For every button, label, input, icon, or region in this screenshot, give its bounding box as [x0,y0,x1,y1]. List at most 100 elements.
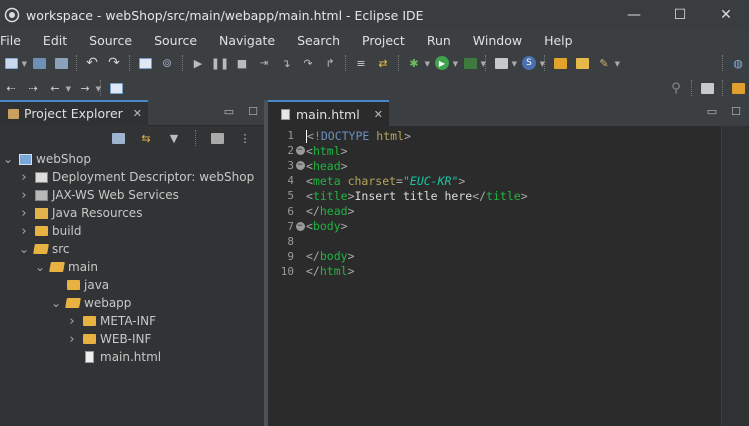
open-folder-icon[interactable] [551,54,569,72]
chevron-right-icon[interactable]: › [66,332,78,347]
tree-item-jax-ws-web-services[interactable]: › JAX-WS Web Services [0,186,264,204]
external-tools-icon[interactable]: ▼ [492,54,517,72]
toggle-mark-occurrences-icon[interactable]: ≡ [352,54,370,72]
chevron-right-icon[interactable]: › [18,206,30,221]
menu-project[interactable]: Project [351,33,416,48]
pin-icon[interactable]: ⇄ [374,54,392,72]
maximize-editor-button[interactable]: ☐ [731,105,741,118]
code-line[interactable]: 3− <head> [268,158,721,173]
resume-icon[interactable]: ▶ [189,54,207,72]
open-console-icon[interactable] [136,54,154,72]
code-token-tag: title [486,188,521,203]
tree-item-main-html[interactable]: main.html [0,348,264,366]
chevron-right-icon[interactable]: › [18,170,30,185]
chevron-right-icon[interactable]: › [18,188,30,203]
step-return-icon[interactable]: ↱ [321,54,339,72]
chevron-down-icon[interactable]: ⌄ [34,261,46,273]
step-over-icon[interactable]: ↷ [299,54,317,72]
tree-item-webapp[interactable]: ⌄ webapp [0,294,264,312]
tab-project-explorer[interactable]: Project Explorer ✕ [0,99,149,126]
fold-toggle-icon[interactable]: − [294,161,306,171]
redo-icon[interactable]: ↷ [105,54,123,72]
chevron-down-icon[interactable]: ⌄ [2,153,14,165]
tree-item-deployment-descriptor-webshop[interactable]: › Deployment Descriptor: webShop [0,168,264,186]
maximize-window-button[interactable]: ☐ [657,0,703,30]
tree-item-java-resources[interactable]: › Java Resources [0,204,264,222]
debug-icon[interactable]: ✱ ▼ [405,54,430,72]
chevron-down-icon[interactable]: ⌄ [50,297,62,309]
filter-icon[interactable]: ▼ [165,129,183,147]
open-task-icon[interactable]: ✎ ▼ [595,54,620,72]
new-web-service-icon[interactable]: S ▼ [520,54,545,72]
code-editor[interactable]: 1 <!DOCTYPE html> 2− <html> 3− <head> 4 <meta c… [268,128,721,279]
menu-source-2[interactable]: Source [143,33,208,48]
view-menu-icon[interactable]: ⋮ [236,129,254,147]
tab-main-html[interactable]: main.html ✕ [268,100,389,126]
minimize-editor-button[interactable]: ▭ [707,105,717,118]
menu-edit[interactable]: Edit [32,33,78,48]
overview-ruler [721,126,749,426]
chevron-right-icon[interactable]: › [66,314,78,329]
web-browser-icon[interactable]: ◍ [729,54,747,72]
open-type-icon[interactable] [573,54,591,72]
minimize-panel-button[interactable]: ▭ [224,105,234,118]
run-icon[interactable]: ▶ ▼ [433,54,458,72]
search-icon[interactable]: ⚲ [667,79,685,97]
menu-run[interactable]: Run [416,33,462,48]
open-perspective-icon[interactable] [698,79,716,97]
menu-file[interactable]: File [0,33,32,48]
java-ee-perspective-icon[interactable] [729,79,747,97]
tree-item-main[interactable]: ⌄ main [0,258,264,276]
chevron-right-icon[interactable]: › [18,224,30,239]
save-icon[interactable] [30,54,48,72]
suspend-icon[interactable]: ❚❚ [211,54,229,72]
code-line[interactable]: 10 </html> [268,264,721,279]
maximize-panel-button[interactable]: ☐ [248,105,258,118]
code-token-tag: title [312,188,348,203]
chevron-down-icon[interactable]: ⌄ [18,243,30,255]
code-line[interactable]: 7− <body> [268,219,721,234]
menu-navigate[interactable]: Navigate [208,33,286,48]
last-edit-location-icon[interactable]: ⇠ [2,79,20,97]
terminate-icon[interactable]: ■ [233,54,251,72]
collapse-all-icon[interactable] [109,129,127,147]
forward-icon[interactable]: → ▼ [76,79,101,97]
code-token-tag: head [319,204,348,219]
tree-item-java[interactable]: java [0,276,264,294]
undo-icon[interactable]: ↶ [83,54,101,72]
fold-toggle-icon[interactable]: − [294,221,306,231]
link-with-editor-icon[interactable]: ⇆ [137,129,155,147]
annotation-nav-icon[interactable]: ⇢ [24,79,42,97]
back-icon[interactable]: ← ▼ [46,79,71,97]
menu-window[interactable]: Window [462,33,533,48]
run-server-icon[interactable]: ▼ [461,54,486,72]
close-window-button[interactable]: ✕ [703,0,749,30]
step-into-icon[interactable]: ↴ [277,54,295,72]
tree-item-webshop[interactable]: ⌄ webShop [0,150,264,168]
close-icon[interactable]: ✕ [133,107,142,120]
focus-task-icon[interactable] [208,129,226,147]
minimize-window-button[interactable]: — [611,0,657,30]
tree-item-build[interactable]: › build [0,222,264,240]
code-line[interactable]: 9 </body> [268,249,721,264]
fold-toggle-icon[interactable]: − [294,146,306,156]
toggle-breadcrumb-icon[interactable] [107,79,125,97]
code-line[interactable]: 8 [268,234,721,249]
tree-item-src[interactable]: ⌄ src [0,240,264,258]
code-line[interactable]: 2− <html> [268,143,721,158]
code-token-br: > [340,219,348,234]
code-line[interactable]: 5 <title>Insert title here</title> [268,188,721,203]
disconnect-icon[interactable]: ⇥ [255,54,273,72]
tree-item-web-inf[interactable]: › WEB-INF [0,330,264,348]
save-all-icon[interactable] [52,54,70,72]
menu-help[interactable]: Help [533,33,584,48]
code-line[interactable]: 6 </head> [268,203,721,218]
menu-search[interactable]: Search [286,33,351,48]
close-icon[interactable]: ✕ [374,108,383,121]
debug-view-icon[interactable]: ⊚ [158,54,176,72]
code-line[interactable]: 1 <!DOCTYPE html> [268,128,721,143]
code-line[interactable]: 4 <meta charset="EUC-KR"> [268,173,721,188]
menu-source[interactable]: Source [78,33,143,48]
tree-item-meta-inf[interactable]: › META-INF [0,312,264,330]
new-icon[interactable]: ▼ [2,54,27,72]
